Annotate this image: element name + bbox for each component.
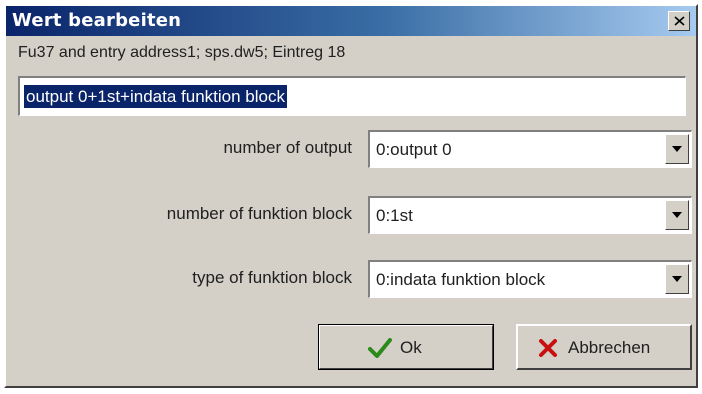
- type-of-funktion-block-dropdown-button[interactable]: [665, 264, 689, 294]
- number-of-output-label: number of output: [223, 138, 352, 157]
- number-of-funktion-block-label: number of funktion block: [166, 204, 352, 223]
- number-of-output-dropdown-button[interactable]: [665, 134, 689, 164]
- type-of-funktion-block-label: type of funktion block: [192, 268, 352, 287]
- chevron-down-icon: [672, 212, 682, 218]
- type-of-funktion-block-select[interactable]: 0:indata funktion block: [368, 260, 692, 298]
- dialog-title: Wert bearbeiten: [12, 10, 182, 31]
- cross-icon: [539, 339, 557, 357]
- checkmark-icon: [368, 338, 392, 358]
- number-of-funktion-block-select[interactable]: 0:1st: [368, 196, 692, 234]
- close-button[interactable]: [668, 11, 690, 31]
- cancel-button[interactable]: Abbrechen: [516, 324, 692, 370]
- number-of-funktion-block-dropdown-button[interactable]: [665, 200, 689, 230]
- edit-value-dialog: Wert bearbeiten Fu37 and entry address1;…: [4, 4, 698, 388]
- ok-button-label: Ok: [400, 338, 422, 357]
- number-of-output-value: 0:output 0: [376, 140, 452, 159]
- chevron-down-icon: [672, 146, 682, 152]
- close-icon: [674, 16, 685, 26]
- cancel-button-label: Abbrechen: [568, 338, 651, 357]
- type-of-funktion-block-value: 0:indata funktion block: [376, 270, 546, 289]
- number-of-funktion-block-value: 0:1st: [376, 206, 413, 225]
- title-bar[interactable]: Wert bearbeiten: [6, 6, 696, 36]
- chevron-down-icon: [672, 276, 682, 282]
- entry-info-text: Fu37 and entry address1; sps.dw5; Eintre…: [18, 44, 346, 61]
- ok-button[interactable]: Ok: [318, 324, 494, 370]
- number-of-output-select[interactable]: 0:output 0: [368, 130, 692, 168]
- value-input[interactable]: output 0+1st+indata funktion block: [18, 76, 686, 116]
- value-input-text: output 0+1st+indata funktion block: [24, 85, 287, 108]
